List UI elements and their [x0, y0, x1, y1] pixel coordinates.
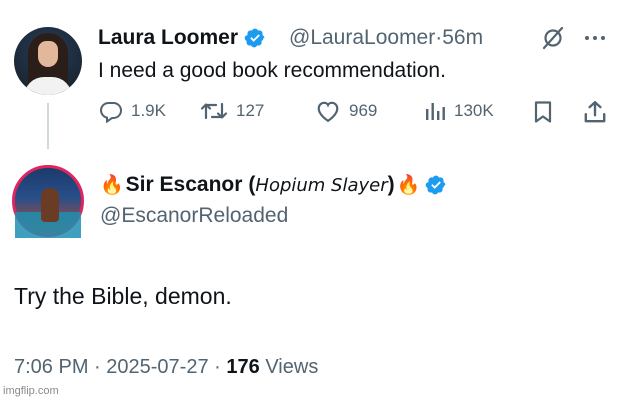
tweet-meta: 7:06 PM · 2025-07-27 · 176 Views: [14, 356, 318, 379]
fire-emoji-icon: 🔥: [100, 175, 124, 196]
laura-loomer-avatar[interactable]: [14, 27, 82, 95]
original-tweet-text: I need a good book recommendation.: [98, 59, 446, 82]
share-icon[interactable]: [582, 99, 608, 125]
reply-count: 1.9K: [131, 101, 166, 120]
views-button[interactable]: 130K: [423, 96, 494, 126]
sir-escanor-avatar[interactable]: [12, 165, 84, 238]
paren-open: (: [248, 173, 256, 196]
original-author-name[interactable]: Laura Loomer: [98, 26, 266, 50]
heart-icon: [317, 101, 339, 123]
tweet-date[interactable]: 2025-07-27: [106, 356, 208, 378]
tweet-time[interactable]: 7:06 PM: [14, 356, 88, 378]
grok-icon[interactable]: [540, 26, 566, 50]
author-name-text[interactable]: Laura Loomer: [98, 26, 238, 49]
author-name-italic: Hopium Slayer: [255, 174, 388, 196]
repost-icon: [200, 102, 228, 120]
imgflip-watermark: imgflip.com: [3, 385, 59, 397]
verified-badge-icon: [426, 175, 446, 195]
handle-text[interactable]: @LauraLoomer: [289, 26, 435, 49]
separator: ·: [94, 356, 101, 378]
author-name-text[interactable]: Sir Escanor: [126, 173, 243, 197]
views-count: 130K: [454, 101, 494, 120]
paren-close: ): [387, 173, 395, 196]
fire-emoji-icon: 🔥: [396, 175, 421, 196]
separator: ·: [214, 356, 221, 378]
views-count: 176: [226, 356, 260, 378]
views-chart-icon: [426, 103, 445, 120]
like-button[interactable]: 969: [314, 96, 377, 126]
repost-count: 127: [236, 101, 265, 120]
time-ago[interactable]: 56m: [442, 26, 483, 49]
repost-button[interactable]: 127: [199, 96, 264, 126]
reply-icon: [99, 102, 123, 123]
reply-button[interactable]: 1.9K: [98, 96, 166, 126]
reply-handle[interactable]: @EscanorReloaded: [100, 204, 288, 228]
views-label: Views: [265, 356, 319, 378]
bookmark-icon[interactable]: [532, 100, 554, 124]
more-options-icon[interactable]: [583, 28, 607, 48]
reply-author-name[interactable]: 🔥 Sir Escanor ( Hopium Slayer ) 🔥: [100, 173, 447, 197]
verified-badge-icon: [244, 29, 265, 48]
reply-tweet-text: Try the Bible, demon.: [14, 283, 232, 309]
original-handle-and-time[interactable]: @LauraLoomer·56m: [289, 26, 483, 50]
like-count: 969: [349, 101, 378, 120]
thread-connector-line: [47, 103, 49, 149]
